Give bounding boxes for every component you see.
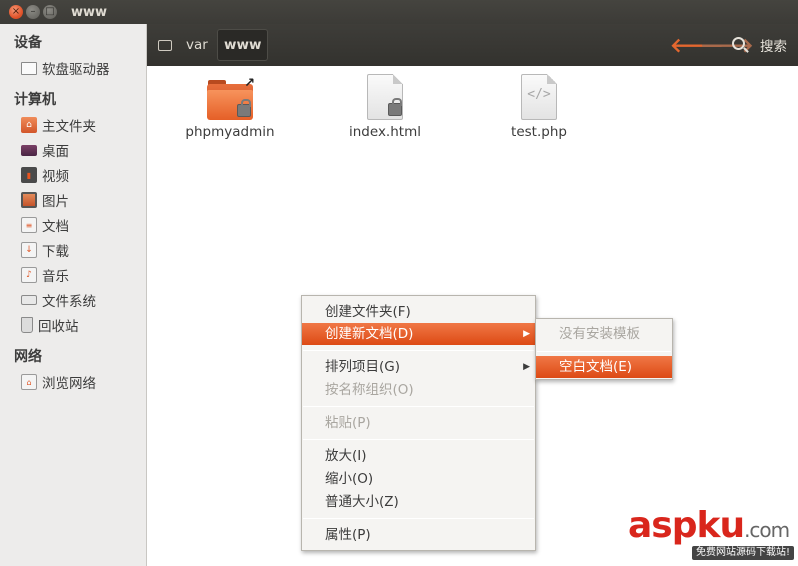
desktop-icon	[21, 144, 37, 156]
sidebar-item-label: 视频	[42, 169, 69, 185]
lock-icon	[237, 99, 251, 117]
sidebar-item-desktop[interactable]: 桌面	[21, 140, 69, 160]
network-icon: ⌂	[21, 374, 37, 390]
window-title: www	[71, 4, 108, 20]
file-item-test-php[interactable]: </> test.php	[498, 74, 580, 140]
search-icon[interactable]	[732, 37, 745, 50]
pictures-icon	[21, 192, 37, 208]
menu-item-properties[interactable]: 属性(P)	[302, 524, 535, 546]
sidebar-item-label: 回收站	[38, 319, 79, 335]
sidebar-item-downloads[interactable]: ↓ 下载	[21, 240, 69, 260]
sidebar-item-label: 软盘驱动器	[42, 62, 110, 78]
title-bar: × – □ www	[0, 0, 798, 24]
file-item-index-html[interactable]: index.html	[340, 74, 430, 140]
breadcrumb-var[interactable]: var	[180, 29, 214, 61]
sidebar-item-label: 桌面	[42, 144, 69, 160]
symlink-arrow-icon: ↗	[244, 76, 255, 91]
forward-arrow-icon[interactable]: 🡒	[700, 33, 754, 57]
sidebar-item-label: 浏览网络	[42, 376, 96, 392]
file-item-phpmyadmin[interactable]: ↗ phpmyadmin	[182, 76, 278, 140]
sidebar-item-home[interactable]: ⌂ 主文件夹	[21, 115, 96, 135]
context-menu: 创建文件夹(F) 创建新文档(D) ▶ 排列项目(G) ▶ 按名称组织(O) 粘…	[301, 295, 536, 551]
menu-item-arrange-items[interactable]: 排列项目(G) ▶	[302, 356, 535, 378]
sidebar-item-label: 下载	[42, 244, 69, 260]
menu-item-organize-by-name[interactable]: 按名称组织(O)	[302, 379, 535, 401]
sidebar-item-videos[interactable]: ▮ 视频	[21, 165, 69, 185]
drive-icon	[158, 39, 172, 51]
close-icon[interactable]: ×	[9, 5, 23, 19]
music-icon: ♪	[21, 267, 37, 283]
menu-separator	[303, 439, 534, 440]
trash-icon	[21, 317, 33, 333]
sidebar-item-pictures[interactable]: 图片	[21, 190, 69, 210]
submenu-item-empty-document[interactable]: 空白文档(E)	[536, 356, 672, 378]
menu-item-label: 创建新文档(D)	[325, 326, 414, 342]
breadcrumb-www[interactable]: www	[217, 29, 269, 61]
file-name: phpmyadmin	[185, 124, 275, 140]
watermark-tagline: 免费网站源码下载站!	[691, 546, 794, 560]
search-button[interactable]: 搜索	[760, 35, 787, 55]
submenu-arrow-icon: ▶	[523, 329, 530, 339]
documents-icon: ≡	[21, 217, 37, 233]
sidebar-item-filesystem[interactable]: 文件系统	[21, 290, 96, 310]
file-name: index.html	[349, 124, 421, 140]
sidebar-item-label: 音乐	[42, 269, 69, 285]
folder-link-icon: ↗	[207, 76, 255, 120]
sidebar-item-floppy[interactable]: 软盘驱动器	[21, 58, 110, 78]
code-file-icon: </>	[521, 74, 557, 120]
sidebar-item-label: 文件系统	[42, 294, 96, 310]
menu-separator	[537, 351, 671, 352]
breadcrumb-drive[interactable]	[155, 32, 175, 58]
sidebar-item-browse-network[interactable]: ⌂ 浏览网络	[21, 372, 96, 392]
sidebar-item-label: 主文件夹	[42, 119, 96, 135]
lock-icon	[388, 98, 402, 116]
watermark-text: aspku.com	[628, 505, 790, 546]
document-icon	[367, 74, 403, 120]
sidebar-item-label: 图片	[42, 194, 69, 210]
maximize-icon[interactable]: □	[43, 5, 57, 19]
sidebar-heading-network: 网络	[14, 349, 42, 365]
menu-item-zoom-in[interactable]: 放大(I)	[302, 445, 535, 467]
video-icon: ▮	[21, 167, 37, 183]
menu-item-normal-size[interactable]: 普通大小(Z)	[302, 491, 535, 513]
menu-separator	[303, 350, 534, 351]
sidebar-heading-computer: 计算机	[14, 92, 56, 108]
menu-item-paste[interactable]: 粘贴(P)	[302, 412, 535, 434]
menu-item-label: 排列项目(G)	[325, 359, 400, 375]
submenu-arrow-icon: ▶	[523, 362, 530, 372]
menu-separator	[303, 518, 534, 519]
file-name: test.php	[511, 124, 567, 140]
sidebar-item-trash[interactable]: 回收站	[21, 315, 79, 335]
sidebar-item-label: 文档	[42, 219, 69, 235]
code-glyph: </>	[527, 87, 551, 102]
sidebar-heading-devices: 设备	[14, 35, 42, 51]
submenu-item-no-templates[interactable]: 没有安装模板	[536, 323, 672, 345]
create-document-submenu: 没有安装模板 空白文档(E)	[535, 318, 673, 380]
minimize-icon[interactable]: –	[26, 5, 40, 19]
sidebar-item-documents[interactable]: ≡ 文档	[21, 215, 69, 235]
floppy-icon	[21, 61, 37, 75]
downloads-icon: ↓	[21, 242, 37, 258]
menu-item-create-folder[interactable]: 创建文件夹(F)	[302, 301, 535, 323]
filesystem-icon	[21, 295, 37, 305]
menu-item-zoom-out[interactable]: 缩小(O)	[302, 468, 535, 490]
home-folder-icon: ⌂	[21, 117, 37, 133]
menu-separator	[303, 406, 534, 407]
sidebar-item-music[interactable]: ♪ 音乐	[21, 265, 69, 285]
menu-item-create-document[interactable]: 创建新文档(D) ▶	[302, 323, 535, 345]
watermark-logo: aspku.com 免费网站源码下载站!	[628, 506, 796, 564]
